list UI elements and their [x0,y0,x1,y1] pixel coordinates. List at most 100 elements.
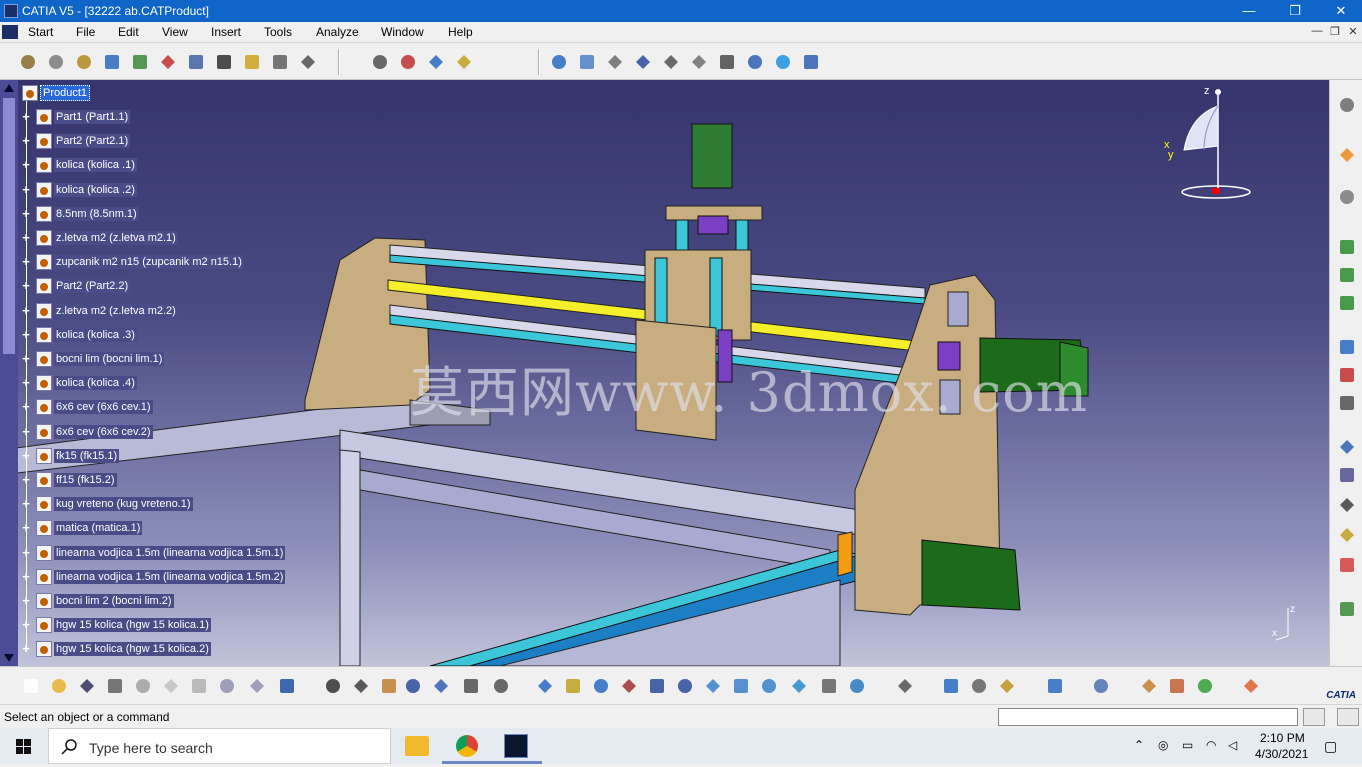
tree-node-label[interactable]: kug vreteno (kug vreteno.1) [54,497,193,512]
measure-item-icon[interactable] [968,675,990,697]
scroll-thumb[interactable] [3,98,15,354]
help-icon[interactable] [276,675,298,697]
update-icon[interactable] [688,51,710,73]
tree-node-label[interactable]: Part1 (Part1.1) [54,110,131,124]
light-bulb-icon[interactable] [378,675,400,697]
graph-tree-icon[interactable] [157,51,179,73]
tree-node-label[interactable]: matica (matica.1) [54,521,143,536]
tree-node[interactable]: + matica (matica.1) [18,518,143,538]
menu-insert[interactable]: Insert [211,25,241,39]
scroll-up-arrow-icon[interactable] [4,84,14,92]
capture-icon[interactable] [894,675,916,697]
tree-node-label[interactable]: ff15 (fk15.2) [54,473,117,487]
catalog-icon[interactable] [17,51,39,73]
normal-view-icon[interactable] [702,675,724,697]
expand-plus-icon[interactable]: + [20,400,32,413]
minimize-button[interactable]: — [1226,0,1272,22]
tray-battery-icon[interactable]: ▭ [1182,738,1193,752]
tree-node[interactable]: + zupcanik m2 n15 (zupcanik m2 n15.1) [18,252,244,272]
scroll-down-arrow-icon[interactable] [4,654,14,662]
expand-plus-icon[interactable]: + [20,279,32,292]
tree-node[interactable]: + kolica (kolica .4) [18,373,137,393]
tree-node-label[interactable]: linearna vodjica 1.5m (linearna vodjica … [54,569,286,584]
tree-node[interactable]: + bocni lim (bocni lim.1) [18,349,165,369]
expand-plus-icon[interactable]: + [20,110,32,123]
catia-menu-icon[interactable] [2,25,18,39]
smart-move-icon[interactable] [1336,392,1358,414]
abc-text-icon[interactable] [1336,464,1358,486]
expand-plus-icon[interactable]: + [20,376,32,389]
tree-node[interactable]: + z.letva m2 (z.letva m2.1) [18,228,178,248]
expand-plus-icon[interactable]: + [20,183,32,196]
clash-icon[interactable] [453,51,475,73]
menu-tools[interactable]: Tools [264,25,292,39]
command-input[interactable] [998,708,1298,726]
cut-icon[interactable] [132,675,154,697]
flag-note-icon[interactable] [1336,494,1358,516]
measure-between-icon[interactable] [940,675,962,697]
mdi-close-button[interactable]: ✕ [1344,25,1362,39]
mdi-minimize-button[interactable]: — [1308,25,1326,39]
expand-plus-icon[interactable]: + [20,473,32,486]
hide-show-icon[interactable] [818,675,840,697]
tree-node-label[interactable]: kolica (kolica .4) [54,376,137,391]
menu-help[interactable]: Help [448,25,473,39]
multi-view-icon[interactable] [730,675,752,697]
maximize-button[interactable]: ❐ [1272,0,1318,22]
select-arrow-icon[interactable] [1336,144,1358,166]
windows-start-button[interactable] [0,728,48,764]
new-icon[interactable] [20,675,42,697]
plugin-icon[interactable] [1194,675,1216,697]
3d-viewport[interactable]: 莫西网www. 3dmox. com Product1 + Part1 (Part… [0,80,1329,666]
product-icon[interactable] [45,51,67,73]
paste-icon[interactable] [188,675,210,697]
tree-node-label[interactable]: z.letva m2 (z.letva m2.2) [54,303,178,318]
iso-view-icon[interactable] [758,675,780,697]
expand-plus-icon[interactable]: + [20,618,32,631]
annotation-icon[interactable] [632,51,654,73]
distance-icon[interactable] [576,51,598,73]
tree-node[interactable]: + linearna vodjica 1.5m (linearna vodjica… [18,543,286,563]
fit-all-icon[interactable] [562,675,584,697]
zoom-out-icon[interactable] [674,675,696,697]
generate-numbering-icon[interactable] [185,51,207,73]
undo-icon[interactable] [216,675,238,697]
tree-node-label[interactable]: bocni lim 2 (bocni lim.2) [54,594,174,608]
tree-node[interactable]: +8.5nm (8.5nm.1) [18,204,139,224]
knowledge-icon[interactable] [350,675,372,697]
expand-plus-icon[interactable]: + [20,134,32,147]
snap-icon[interactable] [397,51,419,73]
tree-node-label[interactable]: 6x6 cev (6x6 cev.1) [54,400,153,415]
existing-component-icon[interactable] [101,51,123,73]
flexible-rigid-icon[interactable] [800,51,822,73]
component-add-icon[interactable] [1336,236,1358,258]
redo-icon[interactable] [246,675,268,697]
manage-representations-icon[interactable] [269,51,291,73]
file-explorer-icon[interactable] [405,736,429,756]
gear-right-icon[interactable] [1336,94,1358,116]
chrome-icon[interactable] [456,735,478,757]
check-icon[interactable] [716,51,738,73]
fly-mode-icon[interactable] [534,675,556,697]
publication-icon[interactable] [297,51,319,73]
tree-root-node[interactable]: Product1 [18,83,91,103]
tree-node[interactable]: + z.letva m2 (z.letva m2.2) [18,301,178,321]
replace-icon[interactable] [129,51,151,73]
tree-node-label[interactable]: kolica (kolica .2) [54,182,137,197]
expand-plus-icon[interactable]: + [20,570,32,583]
tree-scrollbar[interactable] [0,80,18,666]
parameters-icon[interactable] [430,675,452,697]
menu-view[interactable]: View [162,25,188,39]
catia-taskbar-icon[interactable] [504,734,528,758]
command-button-1[interactable] [1303,708,1325,726]
tree-root-label[interactable]: Product1 [40,85,91,101]
apply-material-bottom-icon[interactable] [1138,675,1160,697]
expand-plus-icon[interactable]: + [20,497,32,510]
stack-icon[interactable] [1336,364,1358,386]
tree-node-label[interactable]: 6x6 cev (6x6 cev.2) [54,424,153,439]
rotate-icon[interactable] [618,675,640,697]
expand-plus-icon[interactable]: + [20,255,32,268]
notification-icon[interactable]: ▢ [1324,738,1337,755]
manipulate-icon[interactable] [744,51,766,73]
render-icon[interactable] [1166,675,1188,697]
